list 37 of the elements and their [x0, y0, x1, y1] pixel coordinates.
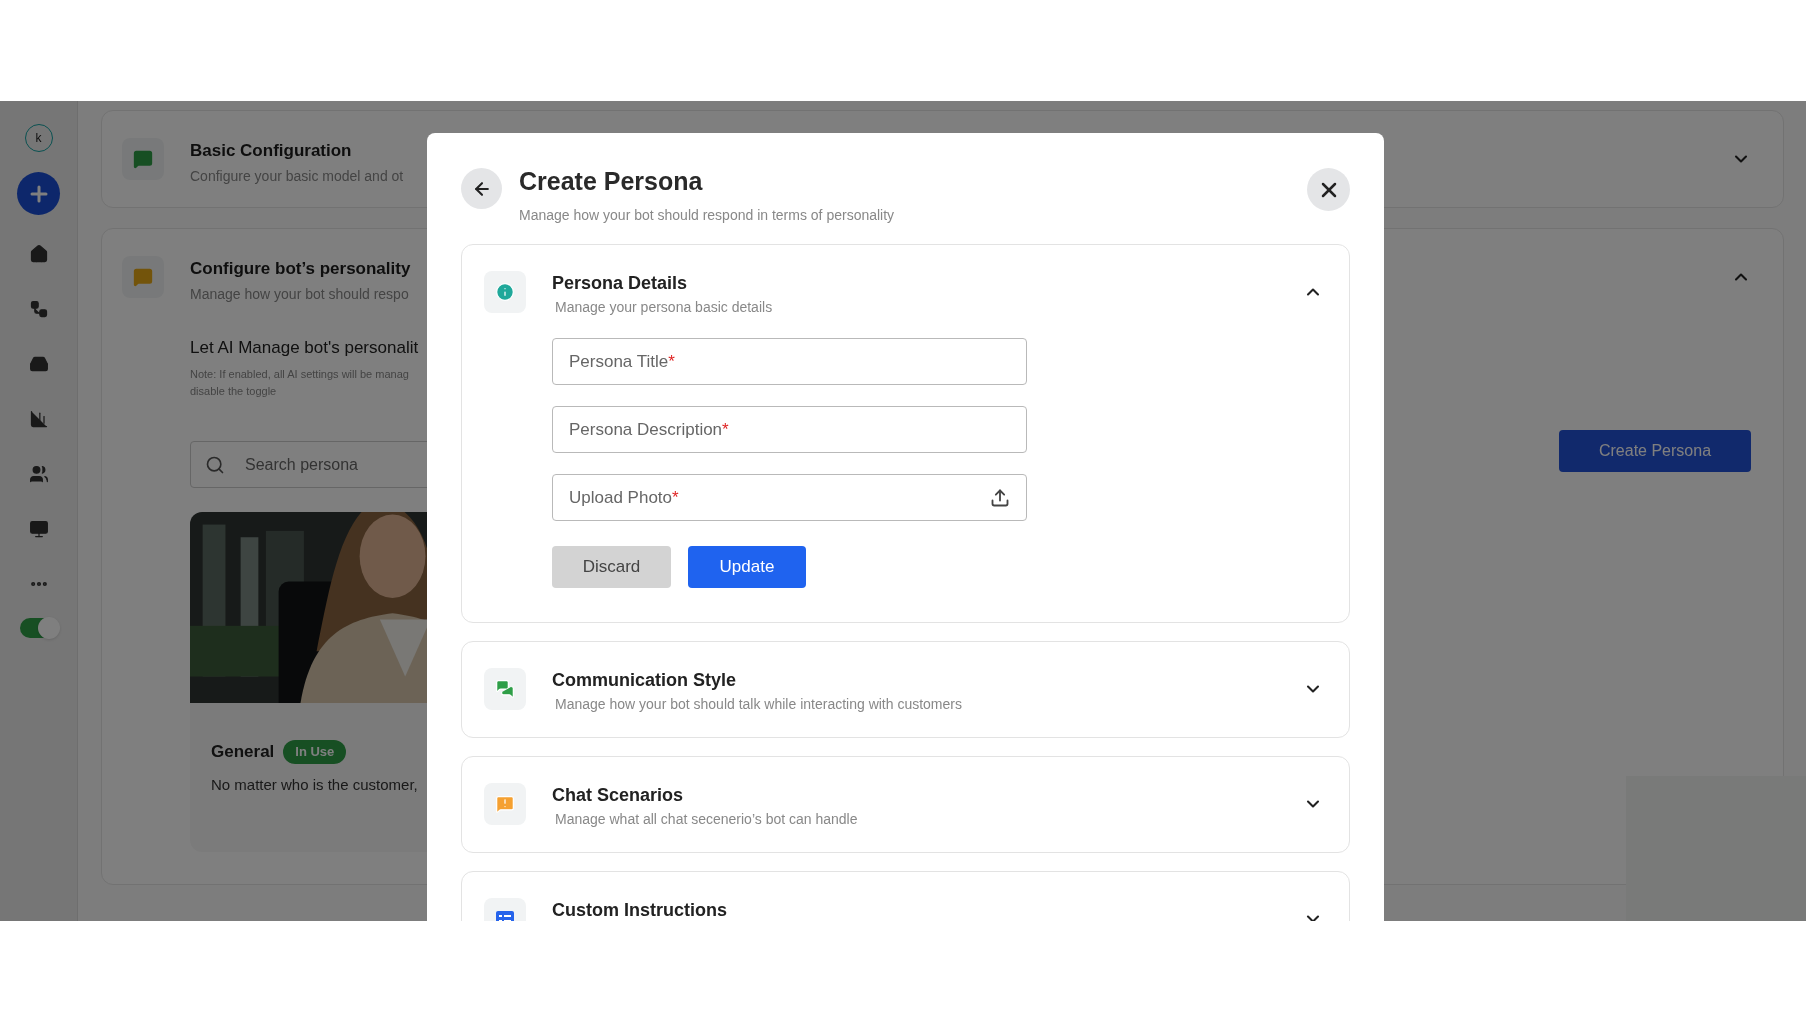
note-text: disable the toggle [190, 383, 278, 399]
persona-name: General [211, 741, 275, 763]
section-title: Chat Scenarios [552, 784, 685, 806]
card-subtitle: Configure your basic model and ot [190, 166, 404, 186]
status-badge: In Use [283, 740, 347, 764]
chat-icon [133, 149, 153, 169]
chat-icon [133, 267, 153, 287]
ai-toggle-title: Let AI Manage bot's personalit [190, 336, 420, 359]
card-title: Basic Configuration [190, 140, 353, 162]
input-field[interactable]: Persona Description* [552, 406, 1027, 453]
add-button[interactable] [17, 172, 60, 215]
section-title: Communication Style [552, 669, 738, 691]
section-subtitle: Manage your persona basic details [555, 298, 774, 316]
persona-description: No matter who is the customer, [211, 774, 419, 795]
card-title: Configure bot’s personality [190, 258, 412, 280]
back-button[interactable] [461, 168, 502, 209]
section-title: Persona Details [552, 272, 689, 294]
discard-button[interactable]: Discard [552, 546, 671, 588]
section-title: Custom Instructions [552, 899, 728, 921]
hierarchy-icon[interactable] [28, 299, 49, 319]
search-input[interactable]: Search persona [245, 452, 445, 477]
monitor-icon[interactable] [28, 519, 49, 539]
team-icon[interactable] [28, 464, 49, 484]
create-persona-button[interactable]: Create Persona [1559, 430, 1751, 472]
section-subtitle: Manage how your bot should talk while interacting with customers [555, 695, 963, 713]
upload-field[interactable]: Upload Photo* [552, 474, 1027, 521]
modal-subtitle: Manage how your bot should respond in terms of personality [519, 206, 896, 225]
search-icon [205, 454, 225, 475]
section-subtitle: Manage what all chat secenerio’s bot can handle [555, 810, 859, 828]
close-button[interactable] [1307, 168, 1350, 211]
toggle-switch[interactable] [19, 618, 58, 638]
update-button[interactable]: Update [688, 546, 806, 588]
card-subtitle: Manage how your bot should respo [190, 284, 410, 304]
modal-title: Create Persona [519, 166, 704, 196]
input-field[interactable]: Persona Title* [552, 338, 1027, 385]
home-icon[interactable] [28, 244, 49, 264]
upload-icon[interactable] [990, 487, 1010, 508]
